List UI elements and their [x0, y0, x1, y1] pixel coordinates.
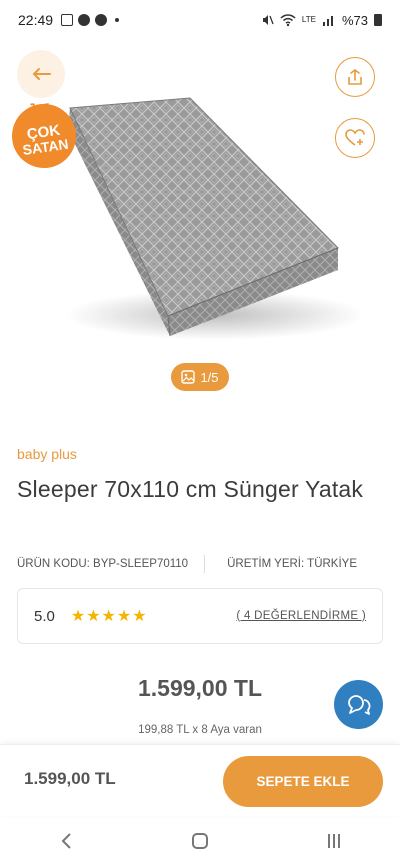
- lte-indicator: LTE: [301, 15, 316, 24]
- gallery-counter-text: 1/5: [200, 369, 219, 385]
- gallery-notification-icon: [61, 14, 74, 26]
- gallery-counter[interactable]: 1/5: [171, 363, 229, 391]
- share-button[interactable]: [335, 57, 375, 97]
- installment-info: 199,88 TL x 8 Aya varan: [138, 724, 262, 736]
- system-nav-bar: [0, 816, 400, 866]
- signal-icon: [322, 16, 333, 26]
- nav-back-button[interactable]: [60, 832, 72, 850]
- chat-bubbles-icon: [347, 694, 370, 715]
- status-bar: 22:49 LTE %73: [0, 0, 400, 40]
- reviews-link[interactable]: ( 4 DEĞERLENDİRME ): [236, 610, 366, 622]
- add-to-cart-button[interactable]: SEPETE EKLE: [223, 756, 383, 807]
- cart-icon: [30, 103, 49, 112]
- system-icons: LTE %73: [260, 13, 382, 28]
- status-time: 22:49: [18, 12, 54, 28]
- product-code: ÜRÜN KODU: BYP-SLEEP70110: [17, 558, 189, 570]
- meta-divider: [204, 555, 206, 573]
- app-notification-icon: [78, 14, 91, 26]
- chat-button[interactable]: [334, 680, 383, 729]
- arrow-left-icon: [32, 68, 51, 80]
- heart-plus-icon: [345, 129, 365, 146]
- add-to-favorites-button[interactable]: [335, 118, 375, 158]
- more-notifications-icon: [115, 18, 120, 22]
- image-icon: [181, 370, 196, 384]
- product-image[interactable]: [40, 90, 360, 355]
- wifi-icon: [280, 14, 296, 27]
- mute-icon: [262, 15, 274, 25]
- product-meta: ÜRÜN KODU: BYP-SLEEP70110 ÜRETİM YERİ: T…: [17, 555, 383, 573]
- recent-apps-button[interactable]: [328, 834, 340, 848]
- bottom-price: 1.599,00 TL: [24, 769, 116, 788]
- brand-link[interactable]: baby plus: [17, 446, 77, 462]
- home-button[interactable]: [192, 833, 208, 849]
- battery-icon: [374, 14, 382, 26]
- rating-score: 5.0: [34, 607, 55, 625]
- box-notification-icon: [95, 14, 108, 26]
- back-button[interactable]: [17, 50, 65, 98]
- product-title: Sleeper 70x110 cm Sünger Yatak: [17, 476, 364, 502]
- share-icon: [348, 69, 362, 85]
- product-origin: ÜRETİM YERİ: TÜRKİYE: [227, 558, 358, 570]
- bottom-cart-bar: 1.599,00 TL SEPETE EKLE: [0, 744, 400, 816]
- rating-stars: ★★★★★: [70, 608, 148, 625]
- battery-percent: %73: [341, 12, 368, 28]
- rating-box: 5.0 ★★★★★ ( 4 DEĞERLENDİRME ): [17, 588, 383, 644]
- notification-icons: [61, 14, 120, 26]
